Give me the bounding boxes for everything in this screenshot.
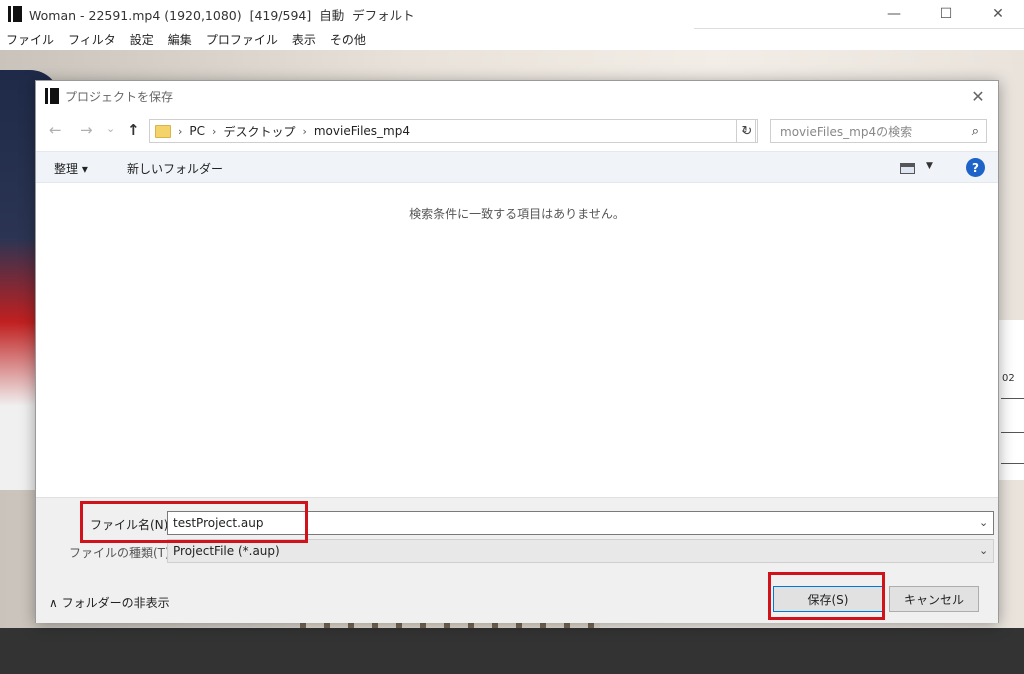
timeline-panel — [998, 320, 1024, 480]
hide-folders-toggle[interactable]: ∧ フォルダーの非表示 — [49, 594, 170, 611]
view-dropdown-icon[interactable]: ▼ — [926, 161, 933, 171]
forward-arrow-icon[interactable]: → — [80, 121, 93, 139]
filename-input[interactable] — [167, 511, 994, 535]
search-placeholder: movieFiles_mp4の検索 — [780, 124, 913, 139]
up-arrow-icon[interactable]: ↑ — [127, 121, 140, 139]
close-button[interactable]: ✕ — [972, 0, 1024, 28]
organize-button[interactable]: 整理 ▾ — [54, 160, 88, 177]
address-bar[interactable]: › PC › デスクトップ › movieFiles_mp4 ⌄ — [149, 119, 756, 143]
dialog-app-icon — [45, 88, 59, 104]
filetype-select[interactable]: ProjectFile (*.aup) — [167, 539, 994, 563]
breadcrumb-separator-icon: › — [302, 124, 307, 138]
menu-filter[interactable]: フィルタ — [68, 31, 116, 48]
save-button[interactable]: 保存(S) — [773, 586, 883, 612]
timeline-tick — [1001, 398, 1024, 399]
menu-other[interactable]: その他 — [330, 31, 366, 48]
chevron-up-icon: ∧ — [49, 596, 62, 610]
breadcrumb-moviefiles[interactable]: movieFiles_mp4 — [314, 124, 410, 138]
folder-icon — [155, 124, 171, 138]
command-bar: 整理 ▾ 新しいフォルダー ▼ ? — [36, 151, 998, 183]
dialog-title: プロジェクトを保存 — [65, 89, 174, 104]
menu-profile[interactable]: プロファイル — [206, 31, 278, 48]
back-arrow-icon[interactable]: ← — [49, 121, 62, 139]
dialog-close-button[interactable]: ✕ — [968, 87, 988, 106]
app-title: Woman - 22591.mp4 (1920,1080) [419/594] … — [29, 7, 415, 23]
file-list-area[interactable]: 検索条件に一致する項目はありません。 — [36, 184, 998, 497]
recent-locations-chevron-icon[interactable]: ⌄ — [106, 122, 115, 135]
new-folder-button[interactable]: 新しいフォルダー — [127, 160, 223, 177]
menu-settings[interactable]: 設定 — [130, 31, 154, 48]
maximize-button[interactable]: ☐ — [920, 0, 972, 28]
empty-results-message: 検索条件に一致する項目はありません。 — [409, 207, 625, 221]
menu-file[interactable]: ファイル — [6, 31, 54, 48]
view-options-icon[interactable] — [900, 163, 915, 174]
timeline-tick — [1001, 432, 1024, 433]
navigation-row: ← → ⌄ ↑ › PC › デスクトップ › movieFiles_mp4 ⌄… — [36, 117, 998, 145]
search-box[interactable]: movieFiles_mp4の検索 ⌕ — [770, 119, 987, 143]
breadcrumb-desktop[interactable]: デスクトップ — [223, 123, 295, 140]
menu-view[interactable]: 表示 — [292, 31, 316, 48]
app-menubar: ファイル フィルタ 設定 編集 プロファイル 表示 その他 — [0, 28, 1024, 50]
filename-dropdown-icon[interactable]: ⌄ — [979, 516, 988, 529]
hide-folders-label: フォルダーの非表示 — [61, 596, 170, 610]
cancel-button[interactable]: キャンセル — [889, 586, 979, 612]
dialog-titlebar: プロジェクトを保存 ✕ — [36, 81, 998, 111]
taskbar — [0, 628, 1024, 674]
timeline-frame-label: 02 — [1002, 373, 1015, 384]
app-titlebar: Woman - 22591.mp4 (1920,1080) [419/594] … — [0, 0, 1024, 28]
breadcrumb-pc[interactable]: PC — [189, 124, 205, 138]
help-icon[interactable]: ? — [966, 158, 985, 177]
minimize-button[interactable]: — — [868, 0, 920, 28]
window-controls: — ☐ ✕ — [868, 0, 1024, 28]
filetype-label: ファイルの種類(T): — [69, 546, 174, 560]
menu-edit[interactable]: 編集 — [168, 31, 192, 48]
breadcrumb-separator-icon: › — [212, 124, 217, 138]
save-project-dialog: プロジェクトを保存 ✕ ← → ⌄ ↑ › PC › デスクトップ › movi… — [35, 80, 999, 623]
menubar-divider — [694, 28, 1024, 29]
search-icon[interactable]: ⌕ — [972, 124, 979, 139]
filetype-value: ProjectFile (*.aup) — [173, 544, 280, 558]
filename-label: ファイル名(N): — [90, 518, 173, 532]
refresh-icon[interactable]: ↻ — [736, 119, 758, 143]
app-icon — [8, 6, 22, 22]
timeline-tick — [1001, 463, 1024, 464]
dialog-footer: ファイル名(N): ⌄ ファイルの種類(T): ProjectFile (*.a… — [36, 497, 998, 623]
filetype-dropdown-icon[interactable]: ⌄ — [979, 544, 988, 557]
breadcrumb-separator-icon: › — [178, 124, 183, 138]
